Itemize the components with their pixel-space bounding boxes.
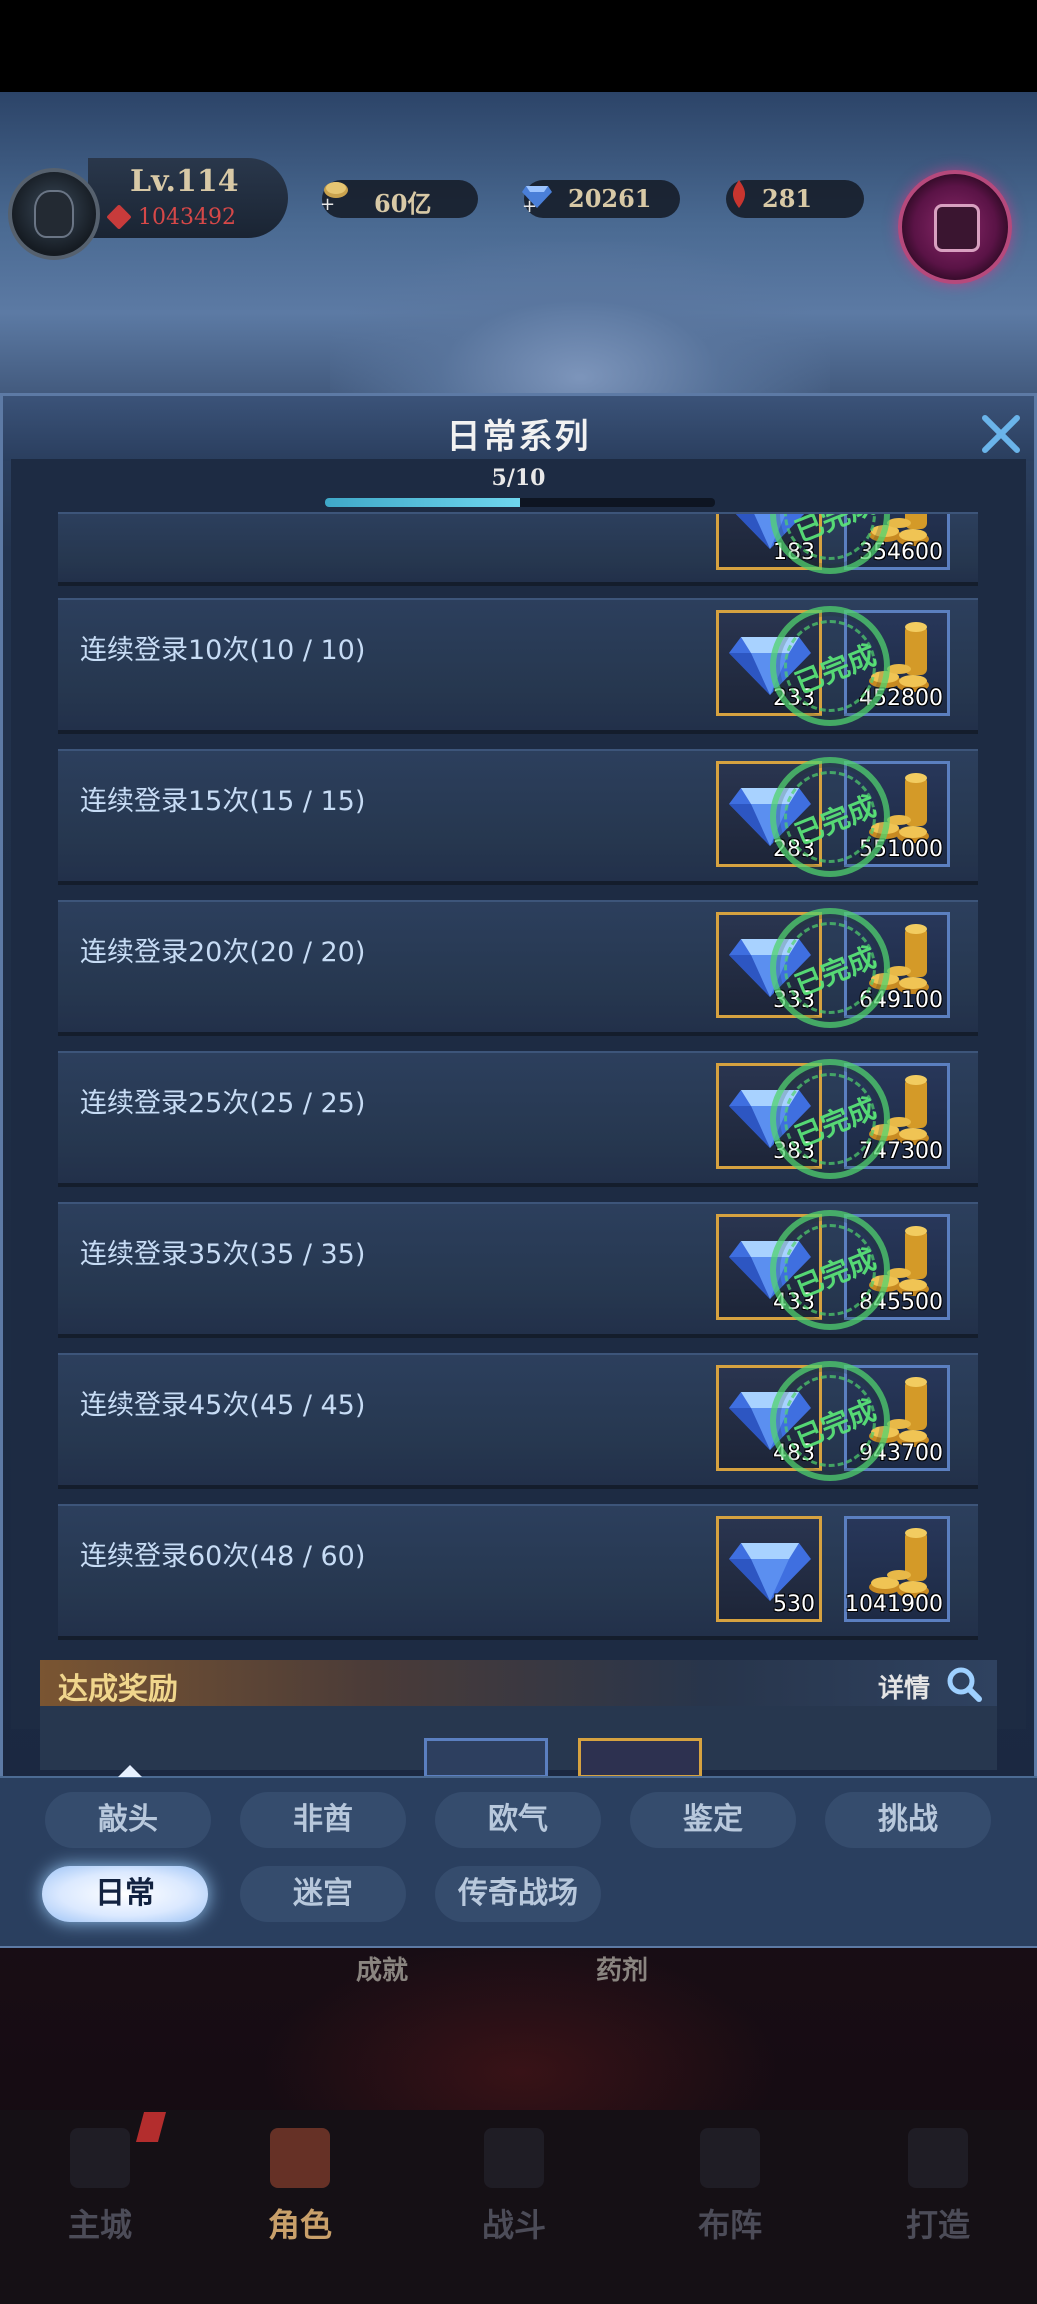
- quest-row[interactable]: 连续登录60次(48 / 60) 530 1041900: [58, 1504, 978, 1636]
- nav-item-布阵[interactable]: 布阵: [660, 2120, 800, 2270]
- quest-row[interactable]: 连续登录25次(25 / 25) 383 747300 已完成: [58, 1051, 978, 1183]
- dialog-header: 日常系列: [3, 396, 1034, 461]
- svg-text:+: +: [522, 196, 537, 214]
- gem-reward-slot[interactable]: 530: [716, 1516, 822, 1622]
- details-link[interactable]: 详情: [878, 1668, 930, 1705]
- quest-label: 连续登录45次(45 / 45): [80, 1390, 366, 1421]
- gem-quantity: 530: [773, 1592, 815, 1617]
- tab-挑战[interactable]: 挑战: [825, 1792, 991, 1848]
- quest-row[interactable]: 183 354600 已完成: [58, 512, 978, 582]
- tab-欧气[interactable]: 欧气: [435, 1792, 601, 1848]
- nav-icon: [270, 2128, 330, 2188]
- quest-label: 连续登录25次(25 / 25): [80, 1088, 366, 1119]
- quest-label: 连续登录20次(20 / 20): [80, 937, 366, 968]
- quest-row[interactable]: 连续登录15次(15 / 15) 283 551000 已完成: [58, 749, 978, 881]
- achievement-reward-section: 达成奖励 详情: [40, 1660, 997, 1778]
- nav-label: 战斗: [481, 2206, 546, 2244]
- quest-row[interactable]: 连续登录45次(45 / 45) 483 943700 已完成: [58, 1353, 978, 1485]
- nav-icon: [700, 2128, 760, 2188]
- series-progress-fill: [325, 498, 520, 507]
- scroll-icon: [934, 204, 980, 252]
- achievement-gold-slot[interactable]: [424, 1738, 548, 1778]
- ruby-resource[interactable]: 281: [726, 180, 864, 218]
- quest-row[interactable]: 连续登录35次(35 / 35) 433 845500 已完成: [58, 1202, 978, 1334]
- background-cloud: [330, 242, 830, 412]
- nav-label: 打造: [905, 2206, 970, 2244]
- quest-row[interactable]: 连续登录10次(10 / 10) 233 452800 已完成: [58, 598, 978, 730]
- ruby-icon: [732, 180, 746, 208]
- potion-bg-label: 药剂: [596, 1956, 649, 1986]
- quest-label: 连续登录35次(35 / 35): [80, 1239, 366, 1270]
- quest-label: 连续登录15次(15 / 15): [80, 786, 366, 817]
- gold-coin-plus-icon: +: [320, 182, 348, 214]
- completed-stamp: 已完成: [770, 1210, 890, 1330]
- status-bar-area: [0, 0, 1037, 92]
- tab-传奇战场[interactable]: 传奇战场: [435, 1866, 601, 1922]
- nav-item-打造[interactable]: 打造: [868, 2120, 1008, 2270]
- achievement-bg-label: 成就: [356, 1956, 409, 1986]
- gem-amount: 20261: [568, 184, 652, 213]
- completed-stamp: 已完成: [770, 1059, 890, 1179]
- active-tab-pointer: [118, 1765, 142, 1777]
- ruby-amount: 281: [762, 184, 813, 213]
- tab-迷宫[interactable]: 迷宫: [240, 1866, 406, 1922]
- close-button[interactable]: [975, 408, 1027, 460]
- gold-resource[interactable]: + 60亿: [320, 180, 478, 218]
- close-icon: [982, 415, 1020, 453]
- player-power: 1043492: [138, 205, 236, 230]
- nav-icon: [908, 2128, 968, 2188]
- gold-amount: 60亿: [374, 189, 432, 218]
- avatar[interactable]: [8, 168, 100, 260]
- quest-label: 连续登录60次(48 / 60): [80, 1541, 366, 1572]
- nav-icon: [70, 2128, 130, 2188]
- nav-icon: [484, 2128, 544, 2188]
- nav-item-角色[interactable]: 角色: [230, 2120, 370, 2270]
- quest-row[interactable]: 连续登录20次(20 / 20) 333 649100 已完成: [58, 900, 978, 1032]
- quest-label: 连续登录10次(10 / 10): [80, 635, 366, 666]
- completed-stamp: 已完成: [770, 757, 890, 877]
- gem-resource[interactable]: + 20261: [522, 180, 680, 218]
- completed-stamp: 已完成: [770, 908, 890, 1028]
- series-progress-bar: [325, 498, 715, 507]
- nav-label: 布阵: [697, 2206, 762, 2244]
- gold-quantity: 1041900: [845, 1592, 943, 1617]
- scroll-quest-button[interactable]: [898, 170, 1012, 284]
- completed-stamp: 已完成: [770, 606, 890, 726]
- avatar-portrait: [34, 190, 74, 238]
- nav-item-战斗[interactable]: 战斗: [444, 2120, 584, 2270]
- completed-stamp: 已完成: [770, 1361, 890, 1481]
- svg-text:+: +: [320, 194, 335, 214]
- player-level: Lv.114: [130, 164, 239, 199]
- gem-plus-icon: +: [522, 186, 552, 214]
- achievement-title: 达成奖励: [58, 1672, 178, 1707]
- tab-非酋[interactable]: 非酋: [240, 1792, 406, 1848]
- tab-敲头[interactable]: 敲头: [45, 1792, 211, 1848]
- tab-鉴定[interactable]: 鉴定: [630, 1792, 796, 1848]
- tab-日常[interactable]: 日常: [42, 1866, 208, 1922]
- nav-label: 主城: [67, 2206, 132, 2244]
- gold-reward-slot[interactable]: 1041900: [844, 1516, 950, 1622]
- dialog-title: 日常系列: [446, 417, 591, 457]
- search-icon[interactable]: [944, 1664, 984, 1704]
- nav-label: 角色: [267, 2206, 332, 2244]
- series-progress-text: 5/10: [491, 465, 546, 491]
- nav-item-主城[interactable]: 主城: [30, 2120, 170, 2270]
- achievement-header: 达成奖励 详情: [40, 1660, 997, 1707]
- achievement-gem-slot[interactable]: [578, 1738, 702, 1778]
